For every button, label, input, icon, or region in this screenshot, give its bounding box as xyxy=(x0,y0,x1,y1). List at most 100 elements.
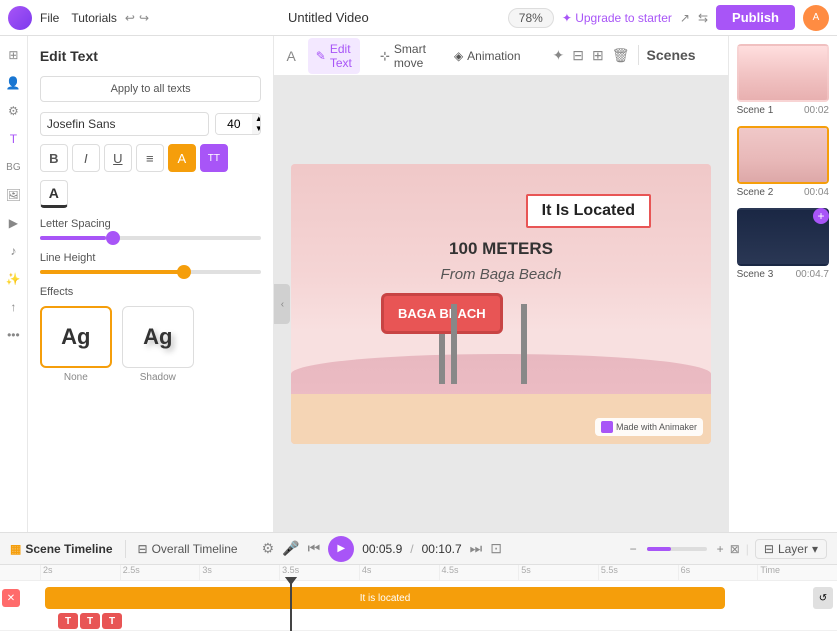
tl-ruler: 2s 2.5s 3s 3.5s 4s 4.5s 5s 5.5s 6s Time xyxy=(0,565,837,581)
scene-2-thumbnail[interactable] xyxy=(737,126,829,184)
tl-skip-back-icon[interactable]: ⏮ xyxy=(308,540,321,557)
tl-text-marker-2[interactable]: T xyxy=(80,613,100,629)
tl-settings-icon[interactable]: ⚙ xyxy=(262,540,275,557)
text-color-button[interactable]: A xyxy=(40,180,68,208)
transform-button[interactable]: TT xyxy=(200,144,228,172)
none-effect-label: None xyxy=(40,372,112,383)
sidebar-item-property[interactable]: ⚙ xyxy=(2,100,24,122)
play-button[interactable]: ▶ xyxy=(328,536,354,562)
redo-icon[interactable]: ↪ xyxy=(139,11,149,25)
overall-timeline-label[interactable]: ⊟ Overall Timeline xyxy=(138,542,238,556)
sidebar-item-character[interactable]: 👤 xyxy=(2,72,24,94)
canvas-toolbar: A ✎ Edit Text ⊹ Smart move ◈ Animation ✦… xyxy=(274,36,727,76)
undo-icon[interactable]: ↩ xyxy=(125,11,135,25)
scene-2-name: Scene 2 xyxy=(737,187,774,198)
scene-1-name: Scene 1 xyxy=(737,105,774,116)
publish-button[interactable]: Publish xyxy=(716,5,795,30)
file-menu[interactable]: File xyxy=(40,11,59,25)
undo-redo: ↩ ↪ xyxy=(125,11,149,25)
font-size-up[interactable]: ▲ xyxy=(252,114,262,124)
tl-text-marker-1[interactable]: T xyxy=(58,613,78,629)
tl-text-marker-3[interactable]: T xyxy=(102,613,122,629)
collapse-panel-button[interactable]: ‹ xyxy=(274,284,290,324)
tutorials-menu[interactable]: Tutorials xyxy=(71,11,117,25)
letter-spacing-thumb[interactable] xyxy=(106,231,120,245)
sidebar-item-uploads[interactable]: ↑ xyxy=(2,296,24,318)
none-effect-item[interactable]: Ag None xyxy=(40,306,112,383)
sidebar-item-templates[interactable]: ⊞ xyxy=(2,44,24,66)
font-size-input[interactable] xyxy=(216,114,252,134)
underline-button[interactable]: U xyxy=(104,144,132,172)
sidebar-item-bg[interactable]: BG xyxy=(2,156,24,178)
tl-playhead[interactable] xyxy=(290,581,292,631)
current-time: 00:05.9 xyxy=(362,542,402,556)
format-row: B I U ≡ A TT xyxy=(40,144,262,172)
magic-icon[interactable]: ✦ xyxy=(553,47,565,64)
sidebar-item-video[interactable]: ▶ xyxy=(2,212,24,234)
none-effect-preview[interactable]: Ag xyxy=(40,306,112,368)
italic-button[interactable]: I xyxy=(72,144,100,172)
scenes-label: Scenes xyxy=(647,47,704,63)
sign-pole xyxy=(439,334,445,384)
line-height-slider[interactable] xyxy=(40,270,262,274)
sidebar-item-effect[interactable]: ✨ xyxy=(2,268,24,290)
beach-sign-post: BAGA BEACH xyxy=(381,293,503,384)
sidebar-item-text[interactable]: T xyxy=(2,128,24,150)
is-located-text[interactable]: It Is Located xyxy=(526,194,651,228)
zoom-level[interactable]: 78% xyxy=(508,8,554,28)
scene-3-wrap: + Scene 3 00:04.7 xyxy=(737,208,829,280)
beach-sign-board: BAGA BEACH xyxy=(381,293,503,334)
ruler-mark-6s: 6s xyxy=(678,565,758,580)
font-family-input[interactable] xyxy=(40,112,209,136)
topbar-menu: File Tutorials xyxy=(40,11,117,25)
tl-main-track[interactable]: It is located xyxy=(45,587,725,609)
scene-1-time: 00:02 xyxy=(804,105,829,116)
sidebar-item-image[interactable]: 🖼 xyxy=(2,184,24,206)
zoom-in-icon[interactable]: + xyxy=(717,542,724,556)
layer-button[interactable]: ⊟ Layer ▾ xyxy=(755,539,827,559)
sidebar-item-music[interactable]: ♪ xyxy=(2,240,24,262)
tl-sep-1 xyxy=(125,540,126,558)
highlight-button[interactable]: A xyxy=(168,144,196,172)
shadow-effect-item[interactable]: Ag Shadow xyxy=(122,306,194,383)
scene-add-button[interactable]: + xyxy=(813,208,829,224)
zoom-out-icon[interactable]: − xyxy=(630,542,637,556)
tl-caption-icon[interactable]: ⊡ xyxy=(490,540,502,557)
delete-icon[interactable]: 🗑 xyxy=(612,47,630,64)
scene-timeline-label[interactable]: ▦ Scene Timeline xyxy=(10,542,113,556)
scene-1-thumbnail[interactable] xyxy=(737,44,829,102)
font-size-down[interactable]: ▼ xyxy=(252,124,262,134)
sidebar-item-more[interactable]: ••• xyxy=(2,324,24,346)
scene-canvas[interactable]: BAGA BEACH It Is Located 100 METERS From… xyxy=(291,164,711,444)
ruler-mark-4.5s: 4.5s xyxy=(439,565,519,580)
fit-icon[interactable]: ⊠ xyxy=(730,542,740,556)
lock-icon[interactable]: ⊟ xyxy=(572,47,584,64)
font-size-arrows: ▲ ▼ xyxy=(252,114,262,134)
upgrade-button[interactable]: ✦ Upgrade to starter xyxy=(562,11,672,25)
avatar[interactable]: A xyxy=(803,5,829,31)
letter-spacing-slider[interactable] xyxy=(40,236,262,240)
smart-move-tab[interactable]: ⊹ Smart move xyxy=(372,38,434,74)
scene-1-wrap: Scene 1 00:02 xyxy=(737,44,829,116)
edit-text-tab[interactable]: ✎ Edit Text xyxy=(308,38,360,74)
animation-tab[interactable]: ◈ Animation xyxy=(446,45,529,67)
scene-3-name: Scene 3 xyxy=(737,269,774,280)
copy-icon[interactable]: ⊞ xyxy=(592,47,604,64)
align-button[interactable]: ≡ xyxy=(136,144,164,172)
collab-icon[interactable]: ⇆ xyxy=(698,11,708,25)
share-icon[interactable]: ↗ xyxy=(680,11,690,25)
canvas-toolbar-icons: ✦ ⊟ ⊞ 🗑 Scenes xyxy=(541,36,716,76)
apply-all-button[interactable]: Apply to all texts xyxy=(40,76,262,102)
shadow-effect-preview[interactable]: Ag xyxy=(122,306,194,368)
tl-skip-fwd-icon[interactable]: ⏭ xyxy=(470,540,483,557)
tl-mic-icon[interactable]: 🎤 xyxy=(282,540,299,557)
icon-sidebar: ⊞ 👤 ⚙ T BG 🖼 ▶ ♪ ✨ ↑ ••• xyxy=(0,36,28,532)
toolbar-text-icon[interactable]: A xyxy=(286,48,295,64)
line-height-thumb[interactable] xyxy=(177,265,191,279)
bold-button[interactable]: B xyxy=(40,144,68,172)
topbar: File Tutorials ↩ ↪ Untitled Video 78% ✦ … xyxy=(0,0,837,36)
app-logo[interactable] xyxy=(8,6,32,30)
timeline-tracks: 2s 2.5s 3s 3.5s 4s 4.5s 5s 5.5s 6s Time … xyxy=(0,565,837,631)
scene-3-time: 00:04.7 xyxy=(796,269,829,280)
tl-loop-icon[interactable]: ↺ xyxy=(813,587,833,609)
